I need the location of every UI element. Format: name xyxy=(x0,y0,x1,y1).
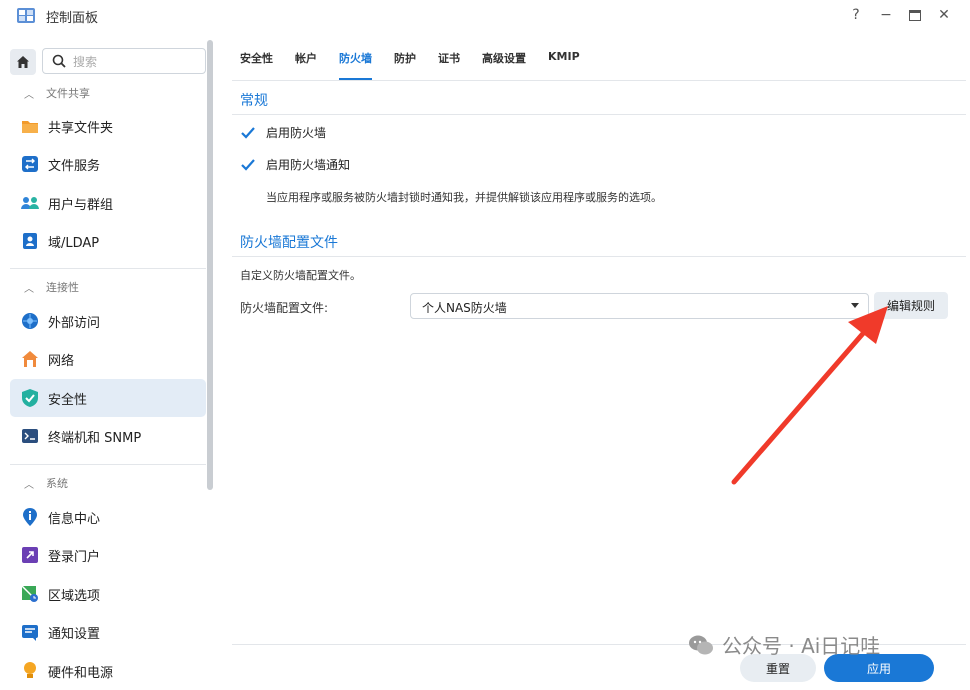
network-icon xyxy=(20,349,40,369)
tab-bar: 安全性 帐户 防火墙 防护 证书 高级设置 KMIP xyxy=(240,50,602,80)
profile-field-label: 防火墙配置文件: xyxy=(240,301,329,315)
close-icon[interactable]: ✕ xyxy=(934,5,954,25)
folder-icon xyxy=(20,116,40,136)
profile-description: 自定义防火墙配置文件。 xyxy=(240,269,361,282)
sidebar: ︿ 文件共享 共享文件夹 文件服务 用户与群组 域/LDAP xyxy=(0,40,218,686)
notify-description: 当应用程序或服务被防火墙封锁时通知我，并提供解锁该应用程序或服务的选项。 xyxy=(266,191,662,204)
sidebar-item-file-services[interactable]: 文件服务 xyxy=(10,145,206,183)
home-icon xyxy=(17,56,29,68)
enable-notify-row: 启用防火墙通知 xyxy=(240,156,350,173)
edit-rules-button[interactable]: 编辑规则 xyxy=(874,292,948,319)
notification-icon xyxy=(20,622,40,642)
sidebar-divider xyxy=(10,464,206,465)
sidebar-item-security[interactable]: 安全性 xyxy=(10,379,206,417)
sidebar-divider xyxy=(10,268,206,269)
enable-firewall-checkbox[interactable] xyxy=(240,125,256,141)
enable-notify-label: 启用防火墙通知 xyxy=(266,158,351,172)
section-divider xyxy=(232,114,966,115)
tab-kmip[interactable]: KMIP xyxy=(548,50,580,74)
sidebar-item-hardware-power[interactable]: 硬件和电源 xyxy=(10,652,206,690)
section-connectivity[interactable]: ︿ 连接性 xyxy=(10,272,206,302)
wechat-icon xyxy=(689,635,713,654)
sidebar-item-login-portal[interactable]: 登录门户 xyxy=(10,536,206,574)
tab-certificate[interactable]: 证书 xyxy=(438,50,460,74)
sidebar-item-regional-options[interactable]: 区域选项 xyxy=(10,575,206,613)
search-input[interactable] xyxy=(73,53,199,70)
tab-advanced[interactable]: 高级设置 xyxy=(482,50,526,74)
watermark-text: 公众号 · Ai日记哇 xyxy=(722,634,881,658)
help-icon[interactable]: ? xyxy=(846,5,866,25)
checkmark-icon xyxy=(241,158,255,171)
watermark: 公众号 · Ai日记哇 xyxy=(688,630,880,659)
shield-icon xyxy=(20,388,40,408)
section-title-general: 常规 xyxy=(240,93,268,109)
region-icon xyxy=(20,584,40,604)
tab-divider xyxy=(232,80,966,81)
control-panel-window: 控制面板 ? − ✕ ︿ 文件共享 共享文件夹 xyxy=(0,0,970,686)
tab-firewall[interactable]: 防火墙 xyxy=(339,50,372,80)
file-services-icon xyxy=(20,154,40,174)
sidebar-item-terminal-snmp[interactable]: 终端机和 SNMP xyxy=(10,417,206,455)
tab-account[interactable]: 帐户 xyxy=(295,50,317,74)
info-icon xyxy=(20,507,40,527)
sidebar-item-network[interactable]: 网络 xyxy=(10,340,206,378)
checkmark-icon xyxy=(241,126,255,139)
title-bar: 控制面板 ? − ✕ xyxy=(0,0,970,32)
tab-security[interactable]: 安全性 xyxy=(240,50,273,74)
users-icon xyxy=(20,193,40,213)
external-access-icon xyxy=(20,311,40,331)
caret-down-icon xyxy=(851,303,859,308)
section-file-sharing[interactable]: ︿ 文件共享 xyxy=(10,78,206,108)
section-system[interactable]: ︿ 系统 xyxy=(10,468,206,498)
window-title: 控制面板 xyxy=(46,11,99,26)
sidebar-scrollbar[interactable] xyxy=(207,40,213,490)
enable-notify-checkbox[interactable] xyxy=(240,157,256,173)
chevron-up-icon: ︿ xyxy=(24,283,34,295)
login-portal-icon xyxy=(20,545,40,565)
firewall-profile-select[interactable]: 个人NAS防火墙 xyxy=(410,293,869,319)
search-field[interactable] xyxy=(42,48,206,74)
sidebar-item-info-center[interactable]: 信息中心 xyxy=(10,498,206,536)
section-title-profile: 防火墙配置文件 xyxy=(240,235,338,251)
sidebar-item-notification[interactable]: 通知设置 xyxy=(10,613,206,651)
chevron-up-icon: ︿ xyxy=(24,89,34,101)
main-content: 安全性 帐户 防火墙 防护 证书 高级设置 KMIP 常规 启用防火墙 启用防火… xyxy=(218,32,970,686)
control-panel-app-icon xyxy=(16,5,36,25)
section-divider xyxy=(232,256,966,257)
enable-firewall-row: 启用防火墙 xyxy=(240,124,326,141)
sidebar-item-domain-ldap[interactable]: 域/LDAP xyxy=(10,222,206,260)
sidebar-item-users-groups[interactable]: 用户与群组 xyxy=(10,184,206,222)
terminal-icon xyxy=(20,426,40,446)
sidebar-item-external-access[interactable]: 外部访问 xyxy=(10,302,206,340)
enable-firewall-label: 启用防火墙 xyxy=(266,126,327,140)
tab-protection[interactable]: 防护 xyxy=(394,50,416,74)
sidebar-item-shared-folder[interactable]: 共享文件夹 xyxy=(10,107,206,145)
domain-icon xyxy=(20,231,40,251)
bulb-icon xyxy=(20,661,40,681)
search-icon xyxy=(52,54,66,68)
select-value: 个人NAS防火墙 xyxy=(422,301,507,315)
maximize-icon[interactable] xyxy=(905,5,925,25)
chevron-up-icon: ︿ xyxy=(24,479,34,491)
minimize-icon[interactable]: − xyxy=(876,5,896,25)
home-button[interactable] xyxy=(10,49,36,75)
